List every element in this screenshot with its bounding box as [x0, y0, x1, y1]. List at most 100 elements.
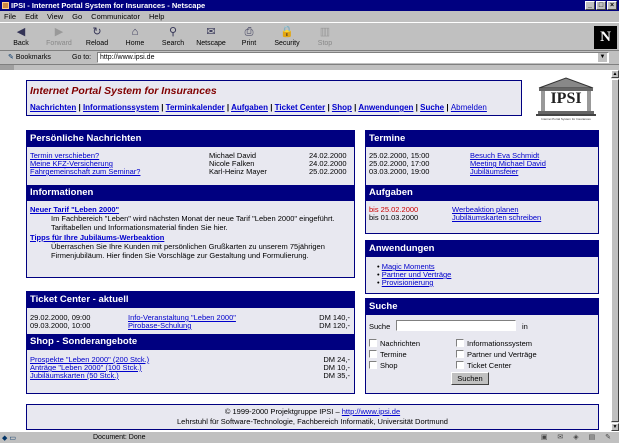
info-item-title: Neuer Tarif "Leben 2000": [30, 205, 119, 214]
component-bar-icons[interactable]: ▣ ✉ ◈ ▤ ✎: [541, 432, 615, 443]
search-option-informationssystem[interactable]: Informationssystem: [456, 339, 532, 348]
shop-price: DM 35,-: [323, 371, 350, 380]
status-bar: ◆ ▭ Document: Done ▣ ✉ ◈ ▤ ✎: [0, 431, 619, 443]
status-text: Document: Done: [93, 434, 146, 441]
netscape-icon: ✉: [206, 26, 216, 38]
termine-heading: Termine: [366, 131, 598, 147]
search-option-shop[interactable]: Shop: [369, 361, 398, 370]
goto-label: Go to:: [72, 54, 92, 61]
nav-anwendungen[interactable]: Anwendungen: [358, 103, 413, 112]
termine-panel: Termine 25.02.2000, 15:00 Besuch Eva Sch…: [365, 130, 599, 234]
forward-arrow-icon: ▶: [54, 26, 64, 38]
shop-heading: Shop - Sonderangebote: [27, 334, 354, 350]
nav-nachrichten[interactable]: Nachrichten: [30, 103, 76, 112]
footer-copyright: © 1999-2000 Projektgruppe IPSI –: [224, 407, 340, 416]
minimize-button[interactable]: _: [585, 1, 595, 10]
maximize-button[interactable]: □: [596, 1, 606, 10]
news-row: Fahrgemeinschaft zum Seminar?: [30, 167, 140, 176]
shop-item-link[interactable]: Jubiläumskarten (50 Stck.): [30, 371, 119, 380]
ticket-link[interactable]: Pirobase-Schulung: [128, 321, 191, 330]
back-button[interactable]: ◀ Back: [2, 25, 40, 50]
nav-ticket-center[interactable]: Ticket Center: [275, 103, 326, 112]
url-field[interactable]: http://www.ipsi.de ▼: [97, 52, 609, 63]
news-subject[interactable]: Fahrgemeinschaft zum Seminar?: [30, 167, 140, 176]
stop-icon: ▥: [319, 26, 331, 38]
anwendungen-heading: Anwendungen: [366, 241, 598, 257]
netscape-logo[interactable]: N: [594, 26, 617, 49]
window-title: IPSI - Internet Portal System for Insura…: [11, 1, 206, 10]
search-option-partner[interactable]: Partner und Verträge: [456, 350, 537, 359]
scroll-down-icon[interactable]: ▼: [611, 423, 619, 431]
anwendungen-panel: Anwendungen • Magic Moments • Partner un…: [365, 240, 599, 294]
footer-link[interactable]: http://www.ipsi.de: [342, 407, 400, 416]
home-button[interactable]: ⌂ Home: [116, 25, 154, 50]
nav-terminkalender[interactable]: Terminkalender: [166, 103, 225, 112]
nav-abmelden[interactable]: Abmelden: [451, 103, 487, 112]
home-icon: ⌂: [131, 26, 139, 38]
aufgabe-link[interactable]: Jubiläumskarten schreiben: [452, 213, 541, 222]
menu-view[interactable]: View: [47, 11, 63, 22]
search-submit-button[interactable]: Suchen: [451, 372, 489, 385]
checkbox[interactable]: [369, 339, 377, 347]
search-option-ticket-center[interactable]: Ticket Center: [456, 361, 511, 370]
nav-aufgaben[interactable]: Aufgaben: [231, 103, 268, 112]
nav-informationssystem[interactable]: Informationssystem: [83, 103, 159, 112]
aufgaben-heading: Aufgaben: [366, 185, 598, 201]
reload-button[interactable]: ↻ Reload: [78, 25, 116, 50]
menu-go[interactable]: Go: [72, 11, 82, 22]
news-heading: Persönliche Nachrichten: [27, 131, 354, 147]
checkbox[interactable]: [456, 350, 464, 358]
search-button[interactable]: ⚲ Search: [154, 25, 192, 50]
nav-shop[interactable]: Shop: [332, 103, 352, 112]
menu-help[interactable]: Help: [149, 11, 164, 22]
bookmarks-button[interactable]: ✎ Bookmarks: [8, 53, 51, 61]
search-input[interactable]: [396, 320, 516, 331]
bookmark-icon: ✎: [8, 54, 14, 61]
close-button[interactable]: ×: [607, 1, 617, 10]
back-arrow-icon: ◀: [16, 26, 26, 38]
window-titlebar: IPSI - Internet Portal System for Insura…: [0, 0, 619, 11]
info-link-jubilaeum[interactable]: Tipps für Ihre Jubiläums-Werbeaktion: [30, 233, 164, 242]
chevron-down-icon[interactable]: ▼: [598, 53, 607, 62]
search-option-termine[interactable]: Termine: [369, 350, 407, 359]
info-item-text: Im Fachbereich "Leben" wird nächsten Mon…: [51, 214, 335, 232]
forward-button[interactable]: ▶ Forward: [40, 25, 78, 50]
site-nav: Nachrichten | Informationssystem | Termi…: [30, 103, 487, 112]
menu-edit[interactable]: Edit: [25, 11, 38, 22]
checkbox[interactable]: [456, 361, 464, 369]
termin-link[interactable]: Jubiläumsfeier: [470, 167, 518, 176]
checkbox[interactable]: [456, 339, 464, 347]
news-from: Karl-Heinz Mayer: [209, 167, 267, 176]
info-link-tarif[interactable]: Neuer Tarif "Leben 2000": [30, 205, 119, 214]
news-panel: Persönliche Nachrichten Termin verschieb…: [26, 130, 355, 278]
footer-line2: Lehrstuhl für Software-Technologie, Fach…: [177, 417, 448, 426]
app-link[interactable]: Provisionierung: [382, 278, 434, 287]
info-heading: Informationen: [27, 185, 354, 201]
nav-suche[interactable]: Suche: [420, 103, 444, 112]
lock-icon: 🔒: [280, 26, 294, 38]
scroll-thumb[interactable]: [611, 79, 619, 422]
checkbox[interactable]: [369, 361, 377, 369]
checkbox[interactable]: [369, 350, 377, 358]
scroll-up-icon[interactable]: ▲: [611, 70, 619, 78]
tickets-panel: Ticket Center - aktuell 29.02.2000, 09:0…: [26, 291, 355, 394]
termin-time: 03.03.2000, 19:00: [369, 167, 430, 176]
reload-icon: ↻: [92, 26, 102, 38]
search-in-label: in: [522, 322, 528, 331]
vertical-scrollbar[interactable]: ▲ ▼: [611, 70, 619, 431]
suche-heading: Suche: [366, 299, 598, 315]
menu-communicator[interactable]: Communicator: [91, 11, 140, 22]
site-header: Internet Portal System for Insurances Na…: [26, 80, 522, 116]
menu-bar: File Edit View Go Communicator Help: [0, 11, 619, 22]
netscape-button[interactable]: ✉ Netscape: [192, 25, 230, 50]
ticket-price: DM 120,-: [319, 321, 350, 330]
print-button[interactable]: ⎙ Print: [230, 25, 268, 50]
connection-icon: ◆ ▭: [2, 435, 16, 442]
aufgabe-due: bis 01.03.2000: [369, 213, 419, 222]
security-button[interactable]: 🔒 Security: [268, 25, 306, 50]
location-bar: ✎ Bookmarks Go to: http://www.ipsi.de ▼: [0, 51, 619, 65]
site-footer: © 1999-2000 Projektgruppe IPSI – http://…: [26, 404, 599, 430]
search-option-nachrichten[interactable]: Nachrichten: [369, 339, 420, 348]
menu-file[interactable]: File: [4, 11, 16, 22]
stop-button[interactable]: ▥ Stop: [306, 25, 344, 50]
